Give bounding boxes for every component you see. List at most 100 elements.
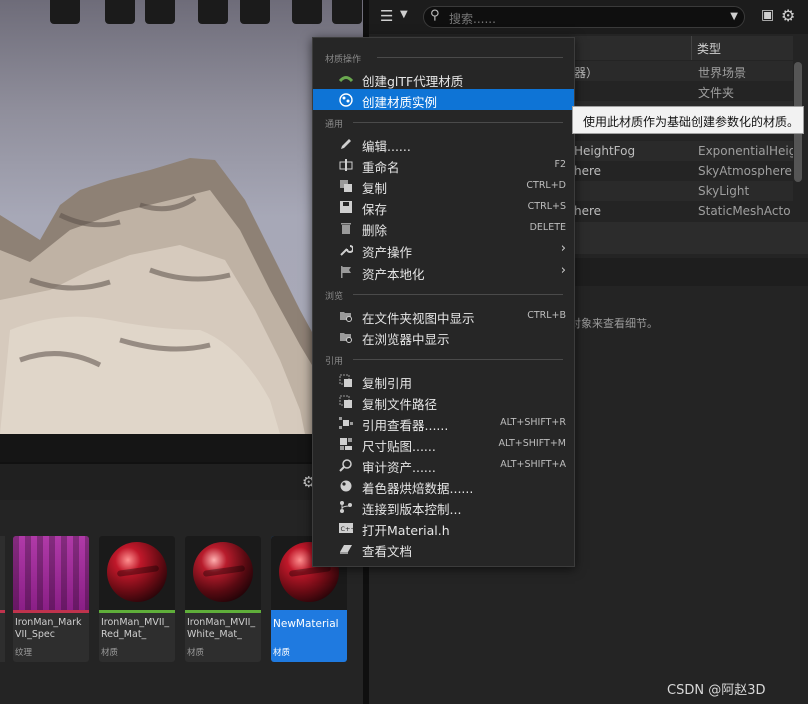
menu-item-audit-assets[interactable]: 审计资产...... ALT+SHIFT+A bbox=[313, 454, 574, 475]
menu-item-label: 着色器烘焙数据...... bbox=[362, 481, 474, 496]
menu-item-label: 创建材质实例 bbox=[362, 95, 438, 110]
menu-item-shader-bake-data[interactable]: 着色器烘焙数据...... bbox=[313, 475, 574, 496]
asset-tile-partial[interactable] bbox=[0, 536, 5, 662]
menu-item-reference-viewer[interactable]: 引用查看器...... ALT+SHIFT+R bbox=[313, 412, 574, 433]
chevron-right-icon: › bbox=[560, 263, 566, 278]
menu-item-label: 连接到版本控制... bbox=[362, 502, 462, 517]
menu-item-shortcut: CTRL+B bbox=[527, 310, 566, 321]
material-instance-icon bbox=[339, 93, 353, 107]
flag-icon bbox=[341, 266, 351, 278]
viewport-option-button[interactable] bbox=[145, 0, 175, 24]
shader-icon bbox=[340, 480, 352, 492]
viewport-option-button[interactable] bbox=[240, 0, 270, 24]
level-viewport[interactable] bbox=[0, 0, 363, 434]
menu-item-duplicate[interactable]: 复制 CTRL+D bbox=[313, 175, 574, 196]
menu-item-label: 复制 bbox=[362, 181, 388, 196]
menu-item-label: 资产操作 bbox=[362, 245, 413, 260]
menu-item-asset-localization[interactable]: 资产本地化 › bbox=[313, 261, 574, 282]
menu-item-label: 复制引用 bbox=[362, 376, 413, 391]
row-type: 世界场景 bbox=[698, 66, 747, 80]
menu-item-edit[interactable]: 编辑...... bbox=[313, 133, 574, 154]
chevron-down-icon[interactable]: ▼ bbox=[400, 9, 408, 20]
asset-name: IronMan_MVII_Red_Mat_ bbox=[101, 617, 170, 640]
texture-thumbnail bbox=[13, 536, 89, 610]
asset-tile-material[interactable]: IronMan_MVII_Red_Mat_ 材质 bbox=[99, 536, 175, 662]
details-hint: 对象来查看细节。 bbox=[570, 317, 658, 330]
add-folder-icon[interactable]: ▣ bbox=[761, 7, 774, 23]
rename-icon bbox=[339, 159, 353, 171]
menu-item-rename[interactable]: 重命名 F2 bbox=[313, 154, 574, 175]
search-placeholder: 搜索...... bbox=[449, 12, 496, 26]
book-icon bbox=[340, 545, 352, 554]
chevron-right-icon: › bbox=[560, 241, 566, 256]
svg-text:C++: C++ bbox=[341, 525, 354, 533]
menu-item-show-in-browser[interactable]: 在浏览器中显示 bbox=[313, 326, 574, 347]
menu-item-label: 保存 bbox=[362, 202, 388, 217]
menu-item-label: 重命名 bbox=[362, 160, 400, 175]
menu-item-label: 引用查看器...... bbox=[362, 418, 449, 433]
gear-icon[interactable]: ⚙ bbox=[781, 6, 795, 25]
asset-tile-texture[interactable]: IronMan_MarkVII_Spec 纹理 bbox=[13, 536, 89, 662]
menu-item-asset-actions[interactable]: 资产操作 › bbox=[313, 239, 574, 260]
asset-type-label: 纹理 bbox=[15, 648, 33, 658]
asset-type-bar bbox=[99, 610, 175, 613]
chevron-down-icon[interactable]: ▼ bbox=[730, 11, 738, 22]
folder-search-icon bbox=[340, 312, 352, 322]
reference-viewer-icon bbox=[339, 417, 353, 429]
menu-item-label: 复制文件路径 bbox=[362, 397, 438, 412]
menu-item-size-map[interactable]: 尺寸贴图...... ALT+SHIFT+M bbox=[313, 433, 574, 454]
asset-tile-material[interactable]: IronMan_MVII_White_Mat_ 材质 bbox=[185, 536, 261, 662]
menu-item-label: 在文件夹视图中显示 bbox=[362, 311, 475, 326]
asset-type-label: 材质 bbox=[101, 648, 119, 658]
row-type: SkyAtmosphere bbox=[698, 164, 792, 178]
viewport-option-button[interactable] bbox=[198, 0, 228, 24]
row-type: SkyLight bbox=[698, 184, 750, 198]
gltf-icon bbox=[339, 76, 353, 83]
copy-path-icon bbox=[339, 395, 352, 408]
search-icon: ⚲ bbox=[430, 8, 440, 23]
menu-item-shortcut: CTRL+D bbox=[526, 180, 566, 191]
asset-type-label: 材质 bbox=[273, 648, 291, 658]
viewport-option-button[interactable] bbox=[332, 0, 362, 24]
menu-item-connect-source-control[interactable]: 连接到版本控制... bbox=[313, 496, 574, 517]
menu-item-shortcut: CTRL+S bbox=[527, 201, 566, 212]
viewport-option-button[interactable] bbox=[292, 0, 322, 24]
row-name: HeightFog bbox=[574, 144, 636, 158]
menu-item-label: 创建glTF代理材质 bbox=[362, 74, 464, 89]
panel-gap bbox=[0, 434, 363, 462]
section-heading: 通用 bbox=[325, 120, 344, 130]
material-thumbnail bbox=[185, 536, 261, 610]
menu-item-save[interactable]: 保存 CTRL+S bbox=[313, 196, 574, 217]
menu-item-create-material-instance[interactable]: 创建材质实例 bbox=[313, 89, 574, 110]
menu-item-show-in-folder-view[interactable]: 在文件夹视图中显示 CTRL+B bbox=[313, 305, 574, 326]
asset-type-label: 材质 bbox=[187, 648, 205, 658]
filter-icon[interactable]: ☰ bbox=[380, 7, 393, 25]
menu-item-label: 尺寸贴图...... bbox=[362, 439, 436, 454]
size-map-icon bbox=[340, 438, 352, 450]
section-heading: 引用 bbox=[325, 357, 344, 367]
menu-item-delete[interactable]: 删除 DELETE bbox=[313, 217, 574, 238]
menu-item-copy-reference[interactable]: 复制引用 bbox=[313, 370, 574, 391]
row-name: here bbox=[574, 204, 602, 218]
folder-search-icon bbox=[340, 333, 352, 343]
menu-item-shortcut: ALT+SHIFT+M bbox=[498, 438, 566, 449]
search-input[interactable]: ⚲ 搜索...... ▼ bbox=[423, 6, 745, 28]
menu-item-view-documentation[interactable]: 查看文档 bbox=[313, 538, 574, 559]
menu-item-copy-file-path[interactable]: 复制文件路径 bbox=[313, 391, 574, 412]
row-name: here bbox=[574, 164, 602, 178]
row-name: 器） bbox=[574, 66, 599, 80]
asset-type-bar bbox=[185, 610, 261, 613]
menu-item-label: 查看文档 bbox=[362, 544, 413, 559]
row-type: StaticMeshActo bbox=[698, 204, 791, 218]
content-browser-toolbar: ⚙ bbox=[0, 462, 363, 502]
row-type: 文件夹 bbox=[698, 86, 735, 100]
menu-item-open-header[interactable]: C++ 打开Material.h bbox=[313, 517, 574, 538]
viewport-option-button[interactable] bbox=[50, 0, 80, 24]
menu-item-label: 审计资产...... bbox=[362, 460, 436, 475]
source-control-icon bbox=[340, 501, 352, 513]
column-type-label[interactable]: 类型 bbox=[697, 40, 721, 57]
menu-item-create-gltf-proxy[interactable]: 创建glTF代理材质 bbox=[313, 68, 574, 89]
asset-name: IronMan_MarkVII_Spec bbox=[15, 617, 82, 640]
tooltip-text: 使用此材质作为基础创建参数化的材质。 bbox=[583, 115, 800, 129]
viewport-option-button[interactable] bbox=[105, 0, 135, 24]
